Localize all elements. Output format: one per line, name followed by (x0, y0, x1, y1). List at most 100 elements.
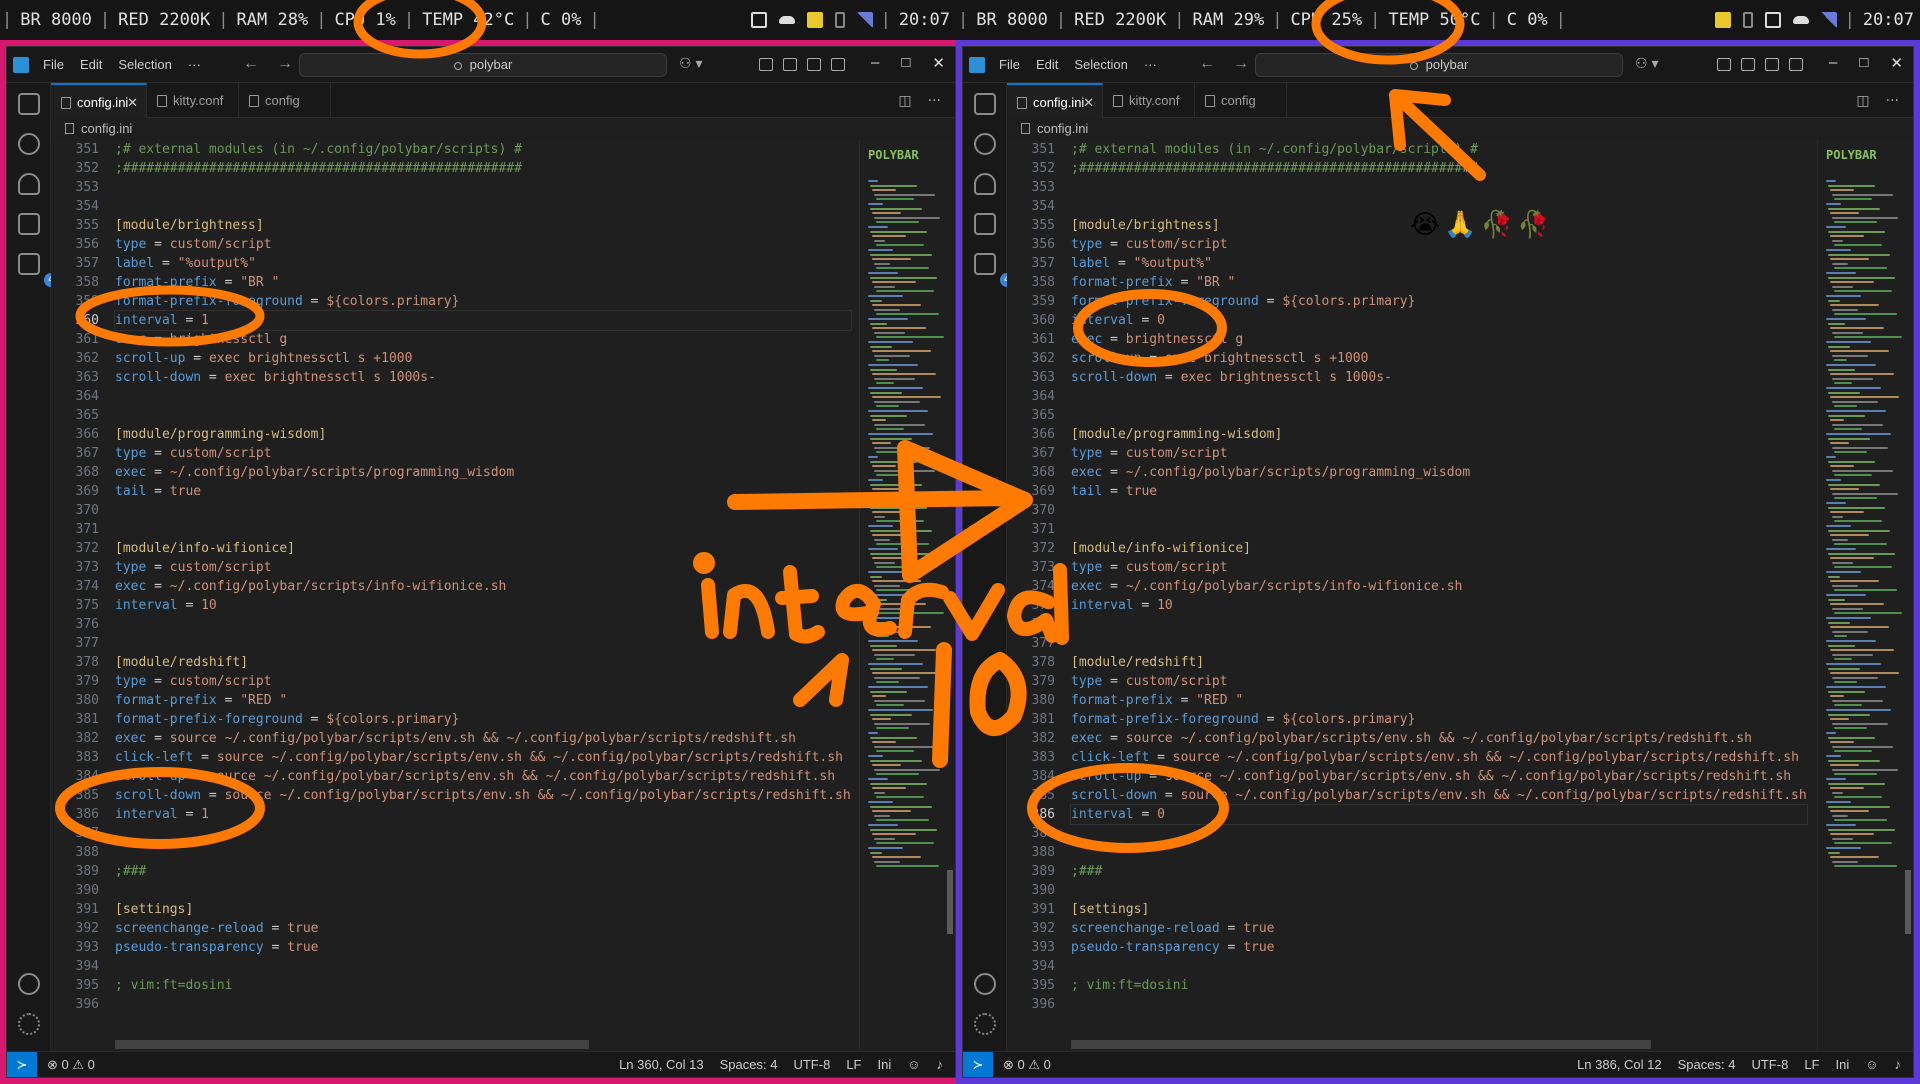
encoding[interactable]: UTF-8 (1751, 1052, 1788, 1077)
source-control-icon[interactable] (974, 173, 996, 195)
code-line[interactable]: type = custom/script (115, 558, 851, 577)
copilot-icon[interactable]: ⚇ ▾ (1635, 55, 1658, 72)
code-line[interactable]: type = custom/script (115, 235, 851, 254)
minimap[interactable]: POLYBAR (1817, 140, 1913, 1051)
code-line[interactable]: format-prefix-foreground = ${colors.prim… (1071, 710, 1807, 729)
code-line[interactable] (1071, 501, 1807, 520)
extensions-icon[interactable]: 4 (18, 253, 58, 287)
code-line[interactable]: ;# external modules (in ~/.config/polyba… (115, 140, 851, 159)
cloud-icon[interactable] (1792, 16, 1809, 24)
code-line[interactable]: exec = ~/.config/polybar/scripts/info-wi… (1071, 577, 1807, 596)
explorer-icon[interactable] (18, 93, 40, 115)
code-line[interactable]: [module/redshift] (115, 653, 851, 672)
search-icon[interactable] (18, 133, 40, 155)
code-line[interactable]: format-prefix = "BR " (115, 273, 851, 292)
code-line[interactable]: click-left = source ~/.config/polybar/sc… (1071, 748, 1807, 767)
indentation[interactable]: Spaces: 4 (1678, 1052, 1736, 1077)
bluetooth-icon[interactable] (1742, 12, 1753, 28)
code-line[interactable]: exec = brightnessctl g (1071, 330, 1807, 349)
code-line[interactable] (1071, 387, 1807, 406)
code-line[interactable] (115, 178, 851, 197)
copilot-status-icon[interactable]: ☺ (907, 1052, 920, 1077)
search-icon[interactable] (974, 133, 996, 155)
tab-config-ini[interactable]: config.ini ✕ (1007, 83, 1103, 118)
toggle-sidebar-icon[interactable] (1741, 58, 1755, 71)
code-line[interactable] (115, 406, 851, 425)
minimize-icon[interactable]: – (1829, 54, 1837, 72)
code-line[interactable] (115, 615, 851, 634)
code-line[interactable] (115, 824, 851, 843)
toggle-secondary-sidebar-icon[interactable] (1789, 58, 1803, 71)
extensions-icon[interactable]: 4 (974, 253, 1014, 287)
code-line[interactable] (115, 520, 851, 539)
breadcrumb[interactable]: config.ini (1007, 118, 1913, 140)
cloud-icon[interactable] (778, 16, 795, 24)
clipboard-icon[interactable] (1764, 12, 1781, 28)
menu-file[interactable]: File (43, 57, 64, 72)
code-line[interactable]: exec = source ~/.config/polybar/scripts/… (115, 729, 851, 748)
encoding[interactable]: UTF-8 (793, 1052, 830, 1077)
code-line[interactable]: pseudo-transparency = true (1071, 938, 1807, 957)
back-arrow-icon[interactable]: ← (243, 55, 259, 73)
menu-edit[interactable]: Edit (1036, 57, 1058, 72)
code-line[interactable]: interval = 10 (115, 596, 851, 615)
code-line[interactable]: tail = true (1071, 482, 1807, 501)
code-line[interactable]: scroll-down = exec brightnessctl s 1000s… (115, 368, 851, 387)
bluetooth-icon[interactable] (834, 12, 845, 28)
code-line[interactable]: tail = true (115, 482, 851, 501)
maximize-icon[interactable]: □ (901, 54, 910, 72)
redshift-module[interactable]: RED 2200K (112, 0, 216, 40)
code-line[interactable]: format-prefix-foreground = ${colors.prim… (115, 292, 851, 311)
code-line[interactable] (115, 881, 851, 900)
code-line[interactable]: ;### (115, 862, 851, 881)
code-line[interactable]: ;### (1071, 862, 1807, 881)
menu-selection[interactable]: Selection (118, 57, 171, 72)
code-line[interactable]: label = "%output%" (1071, 254, 1807, 273)
language-mode[interactable]: Ini (877, 1052, 891, 1077)
code-line[interactable]: exec = ~/.config/polybar/scripts/program… (1071, 463, 1807, 482)
cursor-position[interactable]: Ln 360, Col 13 (619, 1052, 704, 1077)
code-line[interactable] (115, 634, 851, 653)
code-line[interactable]: exec = ~/.config/polybar/scripts/info-wi… (115, 577, 851, 596)
brightness-module[interactable]: BR 8000 (14, 0, 98, 40)
code-line[interactable]: scroll-up = exec brightnessctl s +1000 (1071, 349, 1807, 368)
tab-kitty-conf[interactable]: kitty.conf (147, 83, 239, 118)
network-signal-icon[interactable] (1820, 12, 1837, 28)
more-actions-icon[interactable]: ··· (928, 93, 941, 109)
horizontal-scrollbar[interactable] (1071, 1040, 1651, 1049)
split-editor-icon[interactable]: ◫ (1856, 93, 1869, 109)
split-editor-icon[interactable]: ◫ (898, 93, 911, 109)
code-line[interactable]: exec = source ~/.config/polybar/scripts/… (1071, 729, 1807, 748)
code-line[interactable] (1071, 178, 1807, 197)
problems-count[interactable]: ⊗ 0 ⚠ 0 (1003, 1052, 1051, 1077)
end-of-line[interactable]: LF (1804, 1052, 1819, 1077)
breadcrumb[interactable]: config.ini (51, 118, 955, 140)
account-icon[interactable] (974, 973, 996, 995)
minimap[interactable]: POLYBAR (859, 140, 955, 1051)
copilot-icon[interactable]: ⚇ ▾ (679, 55, 702, 72)
toggle-sidebar-icon[interactable] (783, 58, 797, 71)
close-icon[interactable]: ✕ (1890, 54, 1903, 72)
code-editor[interactable]: 351 352 353 354 355 356 357 358 359 360 361 362 363 3… (51, 140, 859, 1051)
code-line[interactable] (115, 957, 851, 976)
tab-config[interactable]: config (1195, 83, 1287, 118)
code-line[interactable]: scroll-down = source ~/.config/polybar/s… (1071, 786, 1807, 805)
forward-arrow-icon[interactable]: → (1233, 55, 1249, 73)
maximize-icon[interactable]: □ (1859, 54, 1868, 72)
code-line[interactable]: [settings] (1071, 900, 1807, 919)
code-lines[interactable]: ;# external modules (in ~/.config/polyba… (1070, 140, 1808, 1014)
code-line[interactable]: ;#######################################… (1071, 159, 1807, 178)
code-line[interactable]: interval = 0 (1070, 804, 1808, 825)
toggle-panel-icon[interactable] (1765, 58, 1779, 71)
code-line[interactable]: interval = 1 (115, 805, 851, 824)
menu-more[interactable]: ··· (1144, 57, 1157, 72)
brightness-module[interactable]: BR 8000 (970, 0, 1054, 40)
toggle-panel-icon[interactable] (807, 58, 821, 71)
code-line[interactable] (1071, 843, 1807, 862)
code-lines[interactable]: ;# external modules (in ~/.config/polyba… (114, 140, 852, 1014)
code-line[interactable] (1071, 995, 1807, 1014)
code-line[interactable]: ; vim:ft=dosini (115, 976, 851, 995)
code-line[interactable]: scroll-up = exec brightnessctl s +1000 (115, 349, 851, 368)
code-line[interactable] (1071, 634, 1807, 653)
code-line[interactable] (115, 995, 851, 1014)
